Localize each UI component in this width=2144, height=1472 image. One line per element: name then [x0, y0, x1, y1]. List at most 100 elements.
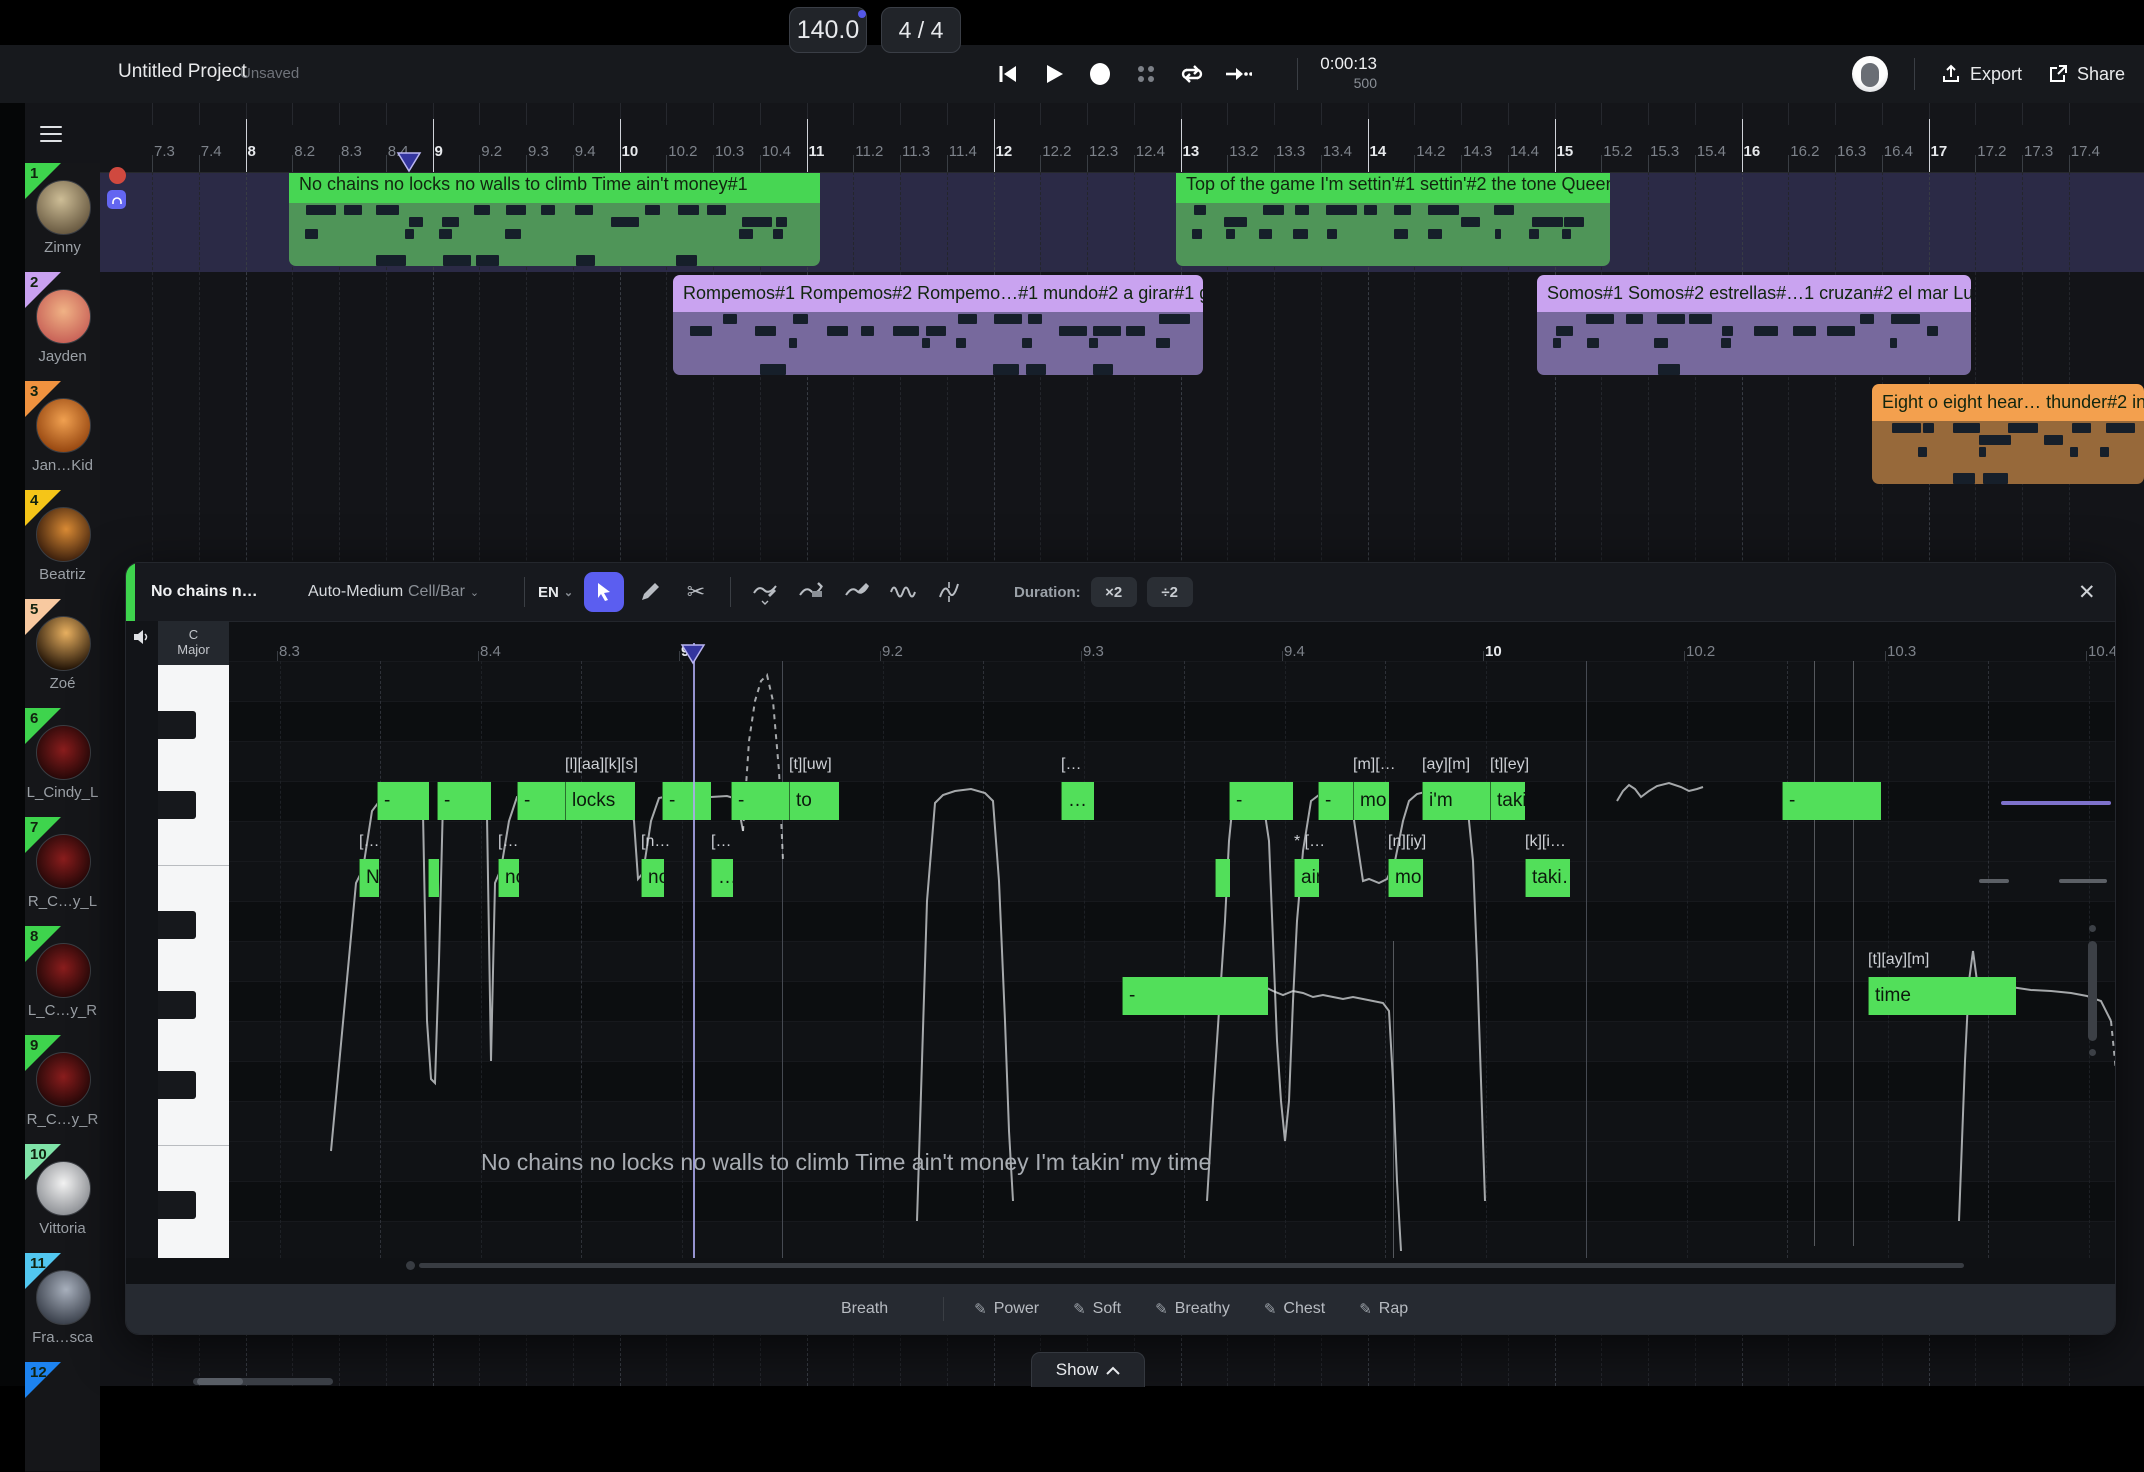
duration-halve-button[interactable]: ÷2 — [1147, 577, 1193, 607]
track-item-Jan…Kid[interactable]: 3Jan…Kid — [25, 381, 100, 491]
vertical-scrollbar[interactable] — [2088, 941, 2097, 1041]
play-button[interactable] — [1031, 63, 1077, 85]
pitch-draw-tool-button[interactable] — [745, 572, 785, 612]
note[interactable]: - — [517, 782, 565, 820]
playhead-marker[interactable] — [100, 151, 2144, 173]
param-breath[interactable]: Breath — [841, 1300, 888, 1318]
note[interactable]: i'm — [1422, 782, 1490, 820]
record-arm-dot[interactable] — [109, 167, 126, 184]
skip-to-start-button[interactable] — [985, 63, 1031, 85]
param-soft[interactable]: ✎Soft — [1073, 1300, 1121, 1318]
clip[interactable]: Somos#1 Somos#2 estrellas#…1 cruzan#2 el… — [1537, 275, 1971, 375]
note[interactable]: - — [731, 782, 789, 820]
note-grid[interactable]: ---locks[l][aa][k][s]--to[t][uw]…[…--mo…… — [229, 661, 2115, 1258]
avatar[interactable] — [36, 1161, 91, 1216]
black-key[interactable] — [158, 1071, 196, 1099]
param-power[interactable]: ✎Power — [974, 1300, 1039, 1318]
note[interactable]: mo… — [1388, 859, 1423, 897]
clip[interactable]: Eight o eight hear… thunder#2 in the — [1872, 384, 2144, 484]
duration-double-button[interactable]: ×2 — [1091, 577, 1137, 607]
loop-button[interactable] — [1169, 62, 1215, 86]
piano-roll-ruler[interactable]: 8.38.499.29.39.41010.210.310.4 — [126, 621, 2115, 665]
metronome-icon[interactable] — [1123, 63, 1169, 85]
menu-icon[interactable] — [40, 121, 62, 147]
note[interactable]: - — [1229, 782, 1293, 820]
select-tool-button[interactable] — [584, 572, 624, 612]
track-item-Vittoria[interactable]: 10Vittoria — [25, 1144, 100, 1254]
black-key[interactable] — [158, 1191, 196, 1219]
param-rap[interactable]: ✎Rap — [1359, 1300, 1408, 1318]
track-item-Zinny[interactable]: 1Zinny — [25, 163, 100, 273]
voice-selector[interactable]: Auto-Medium — [308, 563, 403, 621]
timeline-track-lane[interactable] — [100, 381, 2144, 491]
avatar[interactable] — [36, 1270, 91, 1325]
note[interactable]: - — [377, 782, 429, 820]
note[interactable]: time — [1868, 977, 2016, 1015]
note[interactable]: ain't — [1294, 859, 1319, 897]
track-item-L_Cindy_L[interactable]: 6L_Cindy_L — [25, 708, 100, 818]
note[interactable]: mo… — [1353, 782, 1389, 820]
track-item-Fra…sca[interactable]: 11Fra…sca — [25, 1253, 100, 1363]
user-avatar[interactable] — [1852, 56, 1888, 92]
note[interactable]: taki… — [1525, 859, 1570, 897]
avatar[interactable] — [36, 1052, 91, 1107]
language-selector[interactable]: EN⌄ — [538, 563, 573, 621]
piano-keys[interactable] — [158, 665, 229, 1258]
param-breathy[interactable]: ✎Breathy — [1155, 1300, 1230, 1318]
pitch-anchor-tool-button[interactable] — [791, 572, 831, 612]
black-key[interactable] — [158, 711, 196, 739]
pitch-smooth-tool-button[interactable] — [929, 572, 969, 612]
track-item-Zoé[interactable]: 5Zoé — [25, 599, 100, 709]
black-key[interactable] — [158, 911, 196, 939]
show-button[interactable]: Show — [1031, 1352, 1145, 1387]
avatar[interactable] — [36, 834, 91, 889]
avatar[interactable] — [36, 616, 91, 671]
avatar[interactable] — [36, 507, 91, 562]
bottom-scrollbar-thumb[interactable] — [197, 1378, 243, 1385]
horizontal-scrollbar[interactable] — [419, 1263, 1964, 1268]
pencil-tool-button[interactable] — [630, 572, 670, 612]
tempo-box[interactable]: 140.0 — [789, 7, 867, 53]
track-item-L_C…y_R[interactable]: 8L_C…y_R — [25, 926, 100, 1036]
record-button[interactable] — [1077, 62, 1123, 86]
avatar[interactable] — [36, 725, 91, 780]
track-item-Beatriz[interactable]: 4Beatriz — [25, 490, 100, 600]
headphone-monitor-badge[interactable] — [107, 190, 126, 209]
note[interactable] — [1215, 859, 1230, 897]
export-button[interactable]: Export — [1941, 64, 2022, 85]
note[interactable] — [428, 859, 439, 897]
scissors-tool-button[interactable]: ✂ — [676, 572, 716, 612]
note[interactable]: - — [662, 782, 711, 820]
clip[interactable]: Rompemos#1 Rompemos#2 Rompemo…#1 mundo#2… — [673, 275, 1203, 375]
param-chest[interactable]: ✎Chest — [1264, 1300, 1325, 1318]
note[interactable]: no — [641, 859, 664, 897]
piano-roll-playhead-marker[interactable] — [675, 643, 713, 665]
note[interactable]: - — [1122, 977, 1268, 1015]
note[interactable]: no — [498, 859, 519, 897]
piano-roll-playhead-line[interactable] — [693, 643, 695, 1258]
note[interactable]: - — [1318, 782, 1353, 820]
note[interactable]: locks — [565, 782, 635, 820]
close-icon[interactable]: ✕ — [2078, 563, 2096, 621]
black-key[interactable] — [158, 991, 196, 1019]
avatar[interactable] — [36, 943, 91, 998]
grid-mode-selector[interactable]: Cell/Bar⌄ — [408, 563, 479, 621]
track-item-Jayden[interactable]: 2Jayden — [25, 272, 100, 382]
avatar[interactable] — [36, 289, 91, 344]
autoscroll-button[interactable] — [1215, 63, 1261, 85]
pitch-erase-tool-button[interactable] — [837, 572, 877, 612]
track-item-R_C…y_L[interactable]: 7R_C…y_L — [25, 817, 100, 927]
note[interactable]: taki… — [1490, 782, 1525, 820]
time-signature-box[interactable]: 4 / 4 — [881, 7, 961, 53]
track-item-R_C…y_R[interactable]: 9R_C…y_R — [25, 1035, 100, 1145]
note[interactable]: to — [789, 782, 839, 820]
note[interactable]: - — [437, 782, 491, 820]
vibrato-tool-button[interactable] — [883, 572, 923, 612]
black-key[interactable] — [158, 791, 196, 819]
note[interactable]: … — [1061, 782, 1094, 820]
track-item-12[interactable]: 12 — [25, 1362, 100, 1472]
note[interactable]: … — [711, 859, 733, 897]
clip[interactable]: No chains no locks no walls to climb Tim… — [289, 166, 820, 266]
avatar[interactable] — [36, 180, 91, 235]
clip[interactable]: Top of the game I'm settin'#1 settin'#2 … — [1176, 166, 1610, 266]
